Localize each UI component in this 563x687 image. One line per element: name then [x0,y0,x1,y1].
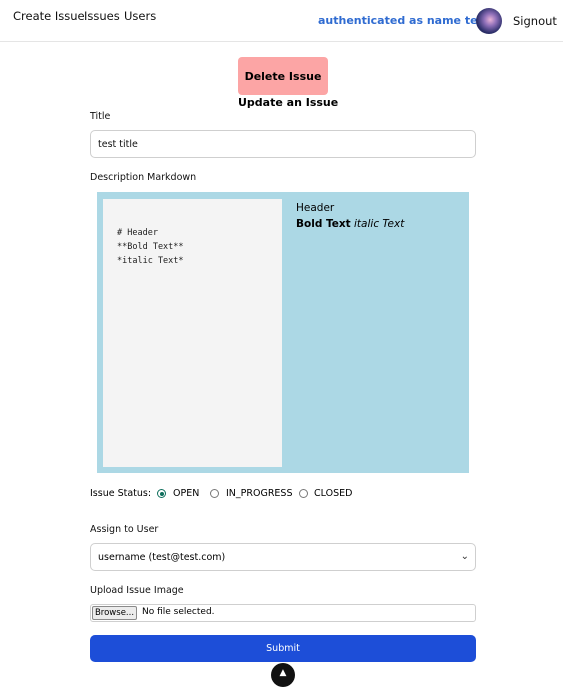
assign-label: Assign to User [90,524,159,535]
description-label: Description Markdown [90,172,197,183]
status-open-radio[interactable] [157,489,166,498]
assign-user-select[interactable]: username (test@test.com) ⌄ [90,543,476,571]
preview-line: Bold Text italic Text [296,216,466,232]
submit-button[interactable]: Submit [90,635,476,662]
nav-issues[interactable]: Issues [84,9,120,23]
preview-italic: italic Text [354,218,405,230]
nav-create-issue[interactable]: Create Issue [13,9,85,23]
status-closed-label[interactable]: CLOSED [314,488,352,499]
status-in-progress-radio[interactable] [210,489,219,498]
nav-users[interactable]: Users [124,9,156,23]
title-label: Title [90,111,111,122]
delete-issue-button[interactable]: Delete Issue [238,57,328,95]
image-file-input[interactable]: Browse... No file selected. [90,604,476,622]
status-closed-radio[interactable] [299,489,308,498]
auth-status: authenticated as name test [318,14,490,27]
upload-label: Upload Issue Image [90,585,184,596]
triangle-logo-icon[interactable]: ▲ [271,663,295,687]
assign-user-value: username (test@test.com) [98,552,226,563]
status-label: Issue Status: [90,488,152,499]
page-title: Update an Issue [238,96,339,109]
user-avatar[interactable] [476,8,502,34]
browse-button[interactable]: Browse... [92,606,137,620]
title-input[interactable] [90,130,476,158]
file-status: No file selected. [142,607,215,617]
chevron-down-icon: ⌄ [460,551,469,562]
markdown-source-input[interactable]: # Header **Bold Text** *italic Text* [103,199,282,467]
markdown-preview: Header Bold Text italic Text [296,200,466,232]
signout-link[interactable]: Signout [513,14,557,28]
status-open-label[interactable]: OPEN [173,488,199,499]
preview-header: Header [296,202,335,214]
markdown-editor: # Header **Bold Text** *italic Text* Hea… [97,192,469,473]
top-nav: Create Issue Issues Users authenticated … [0,0,563,42]
status-in-progress-label[interactable]: IN_PROGRESS [226,488,293,499]
preview-bold: Bold Text [296,218,351,230]
